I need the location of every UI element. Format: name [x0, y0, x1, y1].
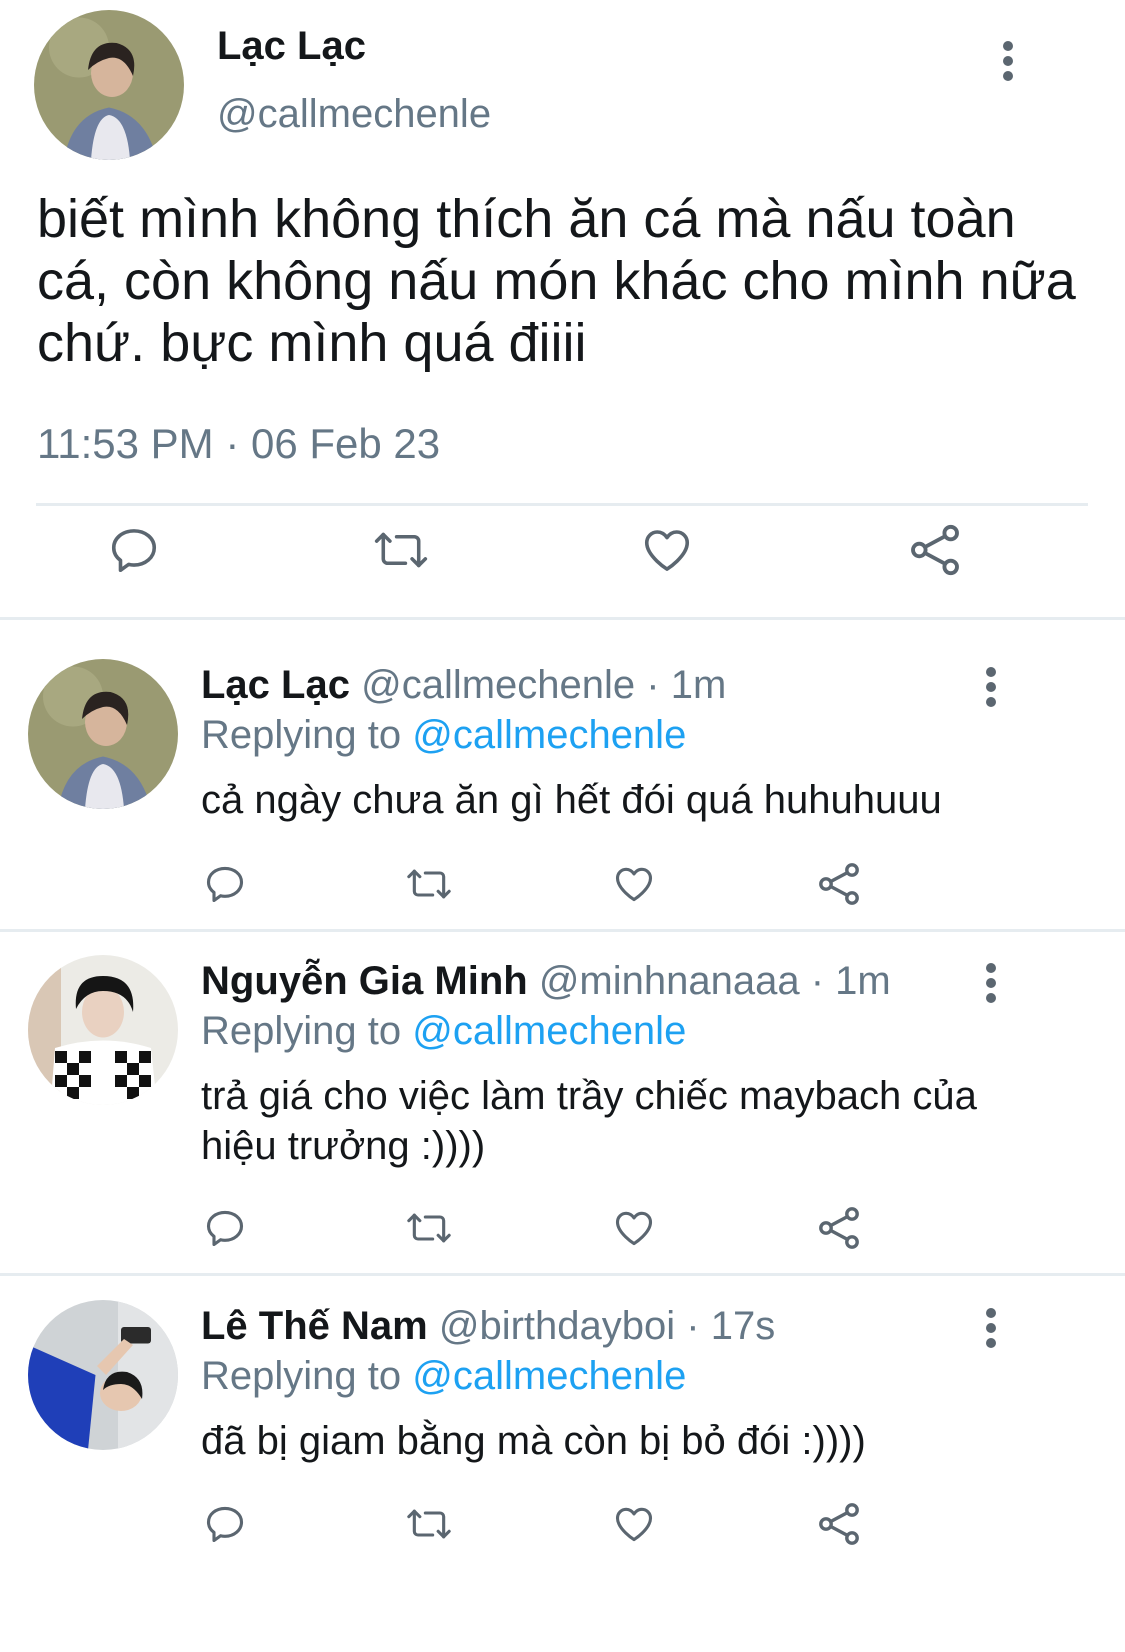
reply-more-options-icon[interactable] [981, 960, 1001, 1020]
reply-more-options-icon[interactable] [981, 1305, 1001, 1365]
reply-display-name[interactable]: Lê Thế Nam [201, 1304, 428, 1348]
reply-icon[interactable] [107, 523, 161, 577]
reply-time: 1m [670, 663, 727, 707]
retweet-icon[interactable] [403, 1502, 455, 1546]
reply-display-name[interactable]: Nguyễn Gia Minh [201, 959, 528, 1003]
retweet-icon[interactable] [403, 1206, 455, 1250]
reply-handle[interactable]: @minhnanaaa [539, 959, 800, 1003]
reply-display-name[interactable]: Lạc Lạc [201, 663, 350, 707]
reply-header: Lê Thế Nam @birthdayboi · 17s [201, 1302, 775, 1350]
replying-to-mention[interactable]: @callmechenle [412, 1354, 686, 1398]
like-icon[interactable] [611, 862, 657, 906]
replying-to-mention[interactable]: @callmechenle [412, 1009, 686, 1053]
like-icon[interactable] [611, 1502, 657, 1546]
reply-icon[interactable] [203, 862, 247, 906]
replying-to-mention[interactable]: @callmechenle [412, 713, 686, 757]
reply-time: 1m [835, 959, 891, 1003]
main-more-options-icon[interactable] [998, 38, 1018, 98]
main-avatar[interactable] [34, 10, 184, 160]
like-icon[interactable] [639, 523, 695, 577]
reply-text: trả giá cho việc làm trầy chiếc maybach … [201, 1074, 977, 1168]
reply-separator: · [810, 959, 825, 1003]
main-timestamp: 11:53 PM · 06 Feb 23 [37, 420, 441, 467]
reply-handle[interactable]: @callmechenle [361, 663, 635, 707]
reply-separator: · [686, 1304, 700, 1348]
share-icon[interactable] [906, 521, 964, 579]
reply-separator: · [646, 663, 660, 707]
replying-to-label: Replying to [201, 1354, 402, 1398]
reply-text: cả ngày chưa ăn gì hết đói quá huhuhuuu [201, 778, 942, 822]
replying-to-line: Replying to @callmechenle [201, 711, 686, 759]
share-icon[interactable] [815, 1204, 863, 1252]
replying-to-line: Replying to @callmechenle [201, 1352, 686, 1400]
main-tweet-text: biết mình không thích ăn cá mà nấu toàn … [37, 189, 1076, 373]
reply-time: 17s [710, 1304, 776, 1348]
replying-to-line: Replying to @callmechenle [201, 1007, 686, 1055]
replying-to-label: Replying to [201, 1009, 402, 1053]
reply-avatar[interactable] [28, 1300, 178, 1450]
reply-header: Lạc Lạc @callmechenle · 1m [201, 661, 726, 709]
main-handle[interactable]: @callmechenle [217, 92, 491, 137]
share-icon[interactable] [815, 860, 863, 908]
retweet-icon[interactable] [370, 523, 432, 577]
replying-to-label: Replying to [201, 713, 402, 757]
reply-avatar[interactable] [28, 955, 178, 1105]
retweet-icon[interactable] [403, 862, 455, 906]
reply-header: Nguyễn Gia Minh @minhnanaaa · 1m [201, 957, 891, 1005]
reply-icon[interactable] [203, 1502, 247, 1546]
reply-text: đã bị giam bằng mà còn bị bỏ đói :)))) [201, 1419, 866, 1463]
like-icon[interactable] [611, 1206, 657, 1250]
share-icon[interactable] [815, 1500, 863, 1548]
reply-avatar[interactable] [28, 659, 178, 809]
reply-handle[interactable]: @birthdayboi [439, 1304, 675, 1348]
section-divider [0, 617, 1125, 620]
main-display-name[interactable]: Lạc Lạc [217, 24, 366, 69]
main-divider [36, 503, 1088, 506]
reply-icon[interactable] [203, 1206, 247, 1250]
section-divider [0, 929, 1125, 932]
reply-more-options-icon[interactable] [981, 664, 1001, 724]
section-divider [0, 1273, 1125, 1276]
